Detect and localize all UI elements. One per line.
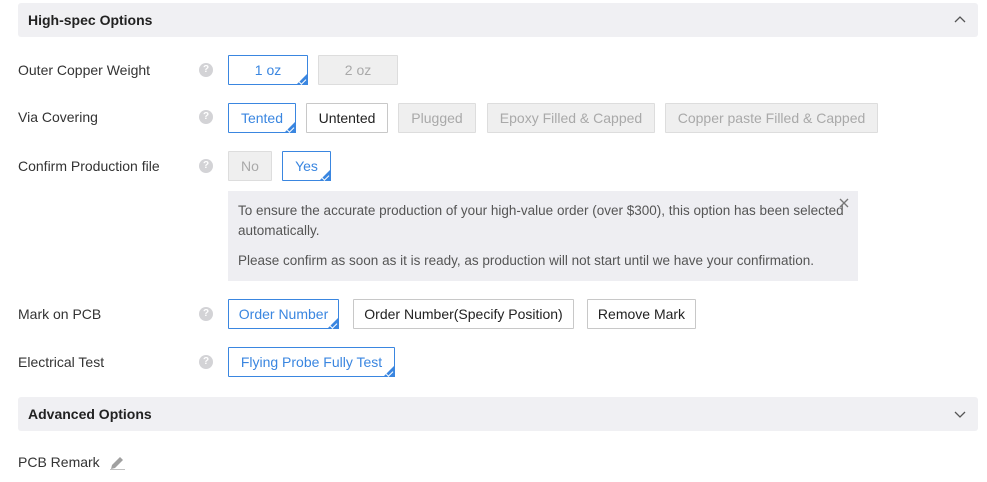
option-label: Yes [295,158,318,174]
via-tented-option[interactable]: Tented [228,103,296,133]
chevron-down-icon[interactable] [954,408,966,420]
option-label: Plugged [411,110,463,126]
advanced-section-title: Advanced Options [28,406,152,422]
option-label: Remove Mark [597,306,686,322]
question-circle-icon[interactable]: ? [199,159,213,173]
option-label: Epoxy Filled & Capped [499,110,643,126]
via-copper-paste-option[interactable]: Copper paste Filled & Capped [665,103,878,133]
via-covering-label: Via Covering [18,109,98,125]
pcb-remark-label: PCB Remark [18,454,100,470]
via-plugged-option[interactable]: Plugged [398,103,476,133]
option-label: Order Number [238,306,329,322]
via-epoxy-filled-option[interactable]: Epoxy Filled & Capped [487,103,655,133]
flying-probe-option[interactable]: Flying Probe Fully Test [228,347,395,377]
high-value-order-notice: To ensure the accurate production of you… [228,191,858,281]
question-circle-icon[interactable]: ? [199,307,213,321]
mark-order-number-option[interactable]: Order Number [228,299,339,329]
outer-copper-1oz-option[interactable]: 1 oz [228,55,308,85]
confirm-production-file-label: Confirm Production file [18,158,160,174]
question-circle-icon[interactable]: ? [199,110,213,124]
option-label: Flying Probe Fully Test [240,354,383,370]
question-circle-icon[interactable]: ? [199,63,213,77]
outer-copper-weight-label: Outer Copper Weight [18,62,151,78]
option-label: 2 oz [344,62,372,78]
confirm-file-no-option[interactable]: No [228,151,272,181]
option-label: No [241,158,259,174]
option-label: Tented [240,110,284,126]
option-label: 1 oz [254,62,282,78]
via-untented-option[interactable]: Untented [306,103,388,133]
highspec-section-title: High-spec Options [28,12,153,28]
mark-specify-position-option[interactable]: Order Number(Specify Position) [353,299,574,329]
confirm-file-yes-option[interactable]: Yes [282,151,331,181]
notice-text: Please confirm as soon as it is ready, a… [238,253,815,268]
pencil-icon[interactable] [109,453,126,470]
highspec-section-header[interactable]: High-spec Options [18,3,978,37]
question-circle-icon[interactable]: ? [199,355,213,369]
notice-text: To ensure the accurate production of you… [238,203,844,238]
option-label: Order Number(Specify Position) [364,306,563,322]
advanced-section-header[interactable]: Advanced Options [18,397,978,431]
electrical-test-label: Electrical Test [18,354,105,370]
close-icon[interactable] [838,197,850,209]
chevron-up-icon[interactable] [954,14,966,26]
option-label: Untented [318,110,376,126]
outer-copper-2oz-option[interactable]: 2 oz [318,55,398,85]
mark-remove-option[interactable]: Remove Mark [587,299,696,329]
option-label: Copper paste Filled & Capped [677,110,866,126]
mark-on-pcb-label: Mark on PCB [18,306,102,322]
